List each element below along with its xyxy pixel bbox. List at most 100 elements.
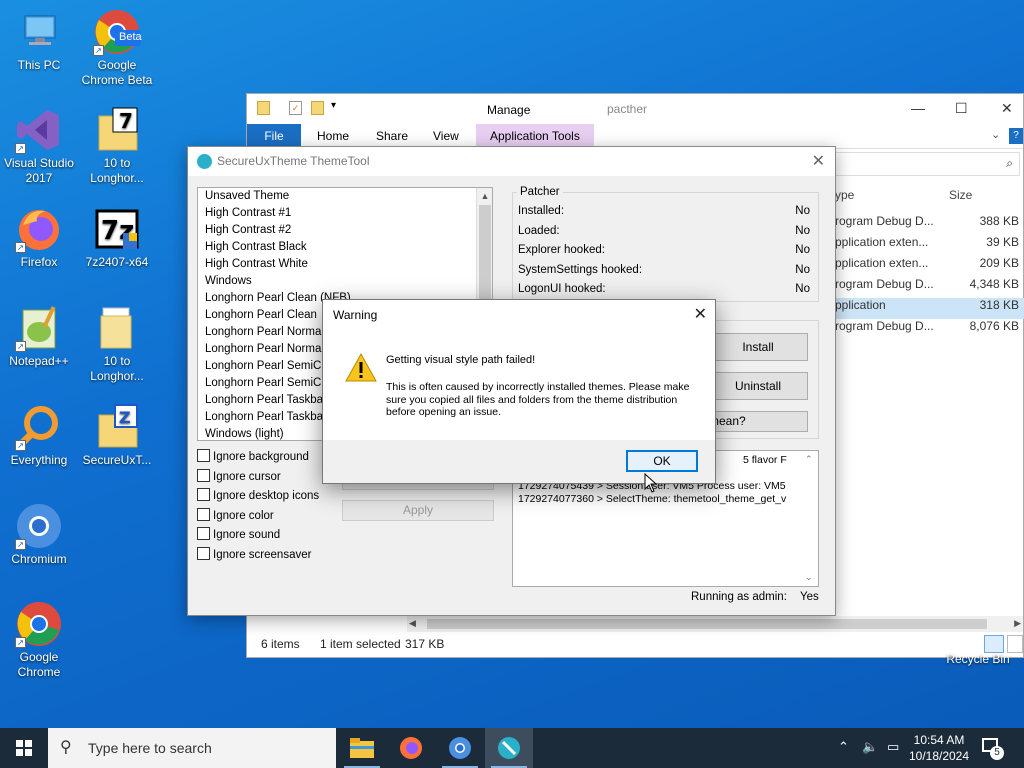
install-button[interactable]: Install: [708, 333, 808, 361]
checkbox-box[interactable]: [197, 449, 210, 462]
desktop-icon-visual-studio[interactable]: ↗ Visual Studio 2017: [0, 106, 78, 186]
uninstall-button[interactable]: Uninstall: [708, 372, 808, 400]
ignore-cursor-checkbox[interactable]: Ignore cursor: [197, 469, 281, 487]
properties-icon[interactable]: ✓: [289, 101, 302, 115]
manage-tab-label[interactable]: Manage: [487, 103, 530, 117]
ignore-color-checkbox[interactable]: Ignore color: [197, 508, 274, 526]
desktop-icon-7z-archive[interactable]: 7 10 to Longhor...: [78, 106, 156, 186]
horizontal-scrollbar[interactable]: ◀ ▶: [407, 616, 1023, 632]
minimize-icon[interactable]: —: [911, 100, 925, 116]
theme-list-item[interactable]: High Contrast #2: [198, 222, 492, 239]
checkbox-box[interactable]: [197, 508, 210, 521]
desktop-icon-label: Google Chrome Beta: [81, 58, 153, 87]
desktop-icon-google-chrome[interactable]: ↗ Google Chrome: [0, 600, 78, 680]
desktop-icon-everything[interactable]: ↗ Everything: [0, 403, 78, 468]
ok-button[interactable]: OK: [626, 450, 698, 472]
large-icons-view-icon[interactable]: [1007, 635, 1023, 653]
column-size-header[interactable]: Size: [949, 188, 972, 202]
checkbox-box[interactable]: [197, 488, 210, 501]
desktop-icon-7z-installer[interactable]: 7z 7z2407-x64: [78, 205, 156, 270]
search-box[interactable]: ⌕: [835, 152, 1020, 176]
quick-access-dropdown-icon[interactable]: ▾: [331, 100, 336, 111]
taskbar-file-explorer[interactable]: [338, 728, 386, 768]
explorer-titlebar[interactable]: ✓ ▾ Manage pacther — ☐ ✕: [247, 94, 1023, 124]
close-icon[interactable]: ✕: [812, 147, 825, 176]
warning-title: Warning: [333, 308, 378, 322]
what-does-this-mean-button[interactable]: mean?: [708, 411, 808, 432]
scroll-left-icon[interactable]: ◀: [409, 618, 416, 629]
file-row[interactable]: pplication exten... 209 KB: [835, 256, 1024, 277]
checkbox-box[interactable]: [197, 527, 210, 540]
log-scrollbar[interactable]: ⌃ ⌄: [802, 451, 818, 586]
notification-badge: 5: [990, 746, 1004, 760]
taskbar-firefox[interactable]: [387, 728, 435, 768]
desktop-icon-label: Everything: [10, 453, 68, 467]
volume-muted-icon[interactable]: 🔈: [862, 739, 878, 755]
desktop-icon-folder[interactable]: 10 to Longhor...: [78, 304, 156, 384]
network-icon[interactable]: ▭: [887, 739, 899, 755]
theme-list-item[interactable]: High Contrast #1: [198, 205, 492, 222]
checkbox-label: Ignore sound: [213, 529, 281, 541]
close-icon[interactable]: ✕: [694, 300, 707, 330]
scroll-right-icon[interactable]: ▶: [1014, 618, 1021, 629]
taskbar-search-box[interactable]: ⚲ Type here to search: [48, 728, 336, 768]
warning-titlebar[interactable]: Warning ✕: [323, 300, 715, 330]
chevron-up-icon[interactable]: ⌃: [838, 739, 849, 755]
warning-icon: [345, 352, 377, 384]
desktop-icon-this-pc[interactable]: This PC: [0, 8, 78, 73]
file-row[interactable]: rogram Debug D... 8,076 KB: [835, 319, 1024, 340]
secureuxtheme-logo-icon: [197, 154, 212, 169]
ignore-screensaver-checkbox[interactable]: Ignore screensaver: [197, 547, 311, 565]
desktop-icon-label: 7z2407-x64: [85, 255, 149, 269]
taskbar-chromium[interactable]: [436, 728, 484, 768]
expand-ribbon-icon[interactable]: ⌄: [991, 128, 1000, 141]
folder-icon: [257, 101, 270, 115]
taskbar-clock[interactable]: 10:54 AM 10/18/2024: [908, 732, 970, 764]
scroll-up-icon[interactable]: ⌃: [805, 453, 813, 466]
theme-list-item[interactable]: Windows: [198, 273, 492, 290]
desktop-icon-chrome-beta[interactable]: Beta ↗ Google Chrome Beta: [78, 8, 156, 88]
ignore-background-checkbox[interactable]: Ignore background: [197, 449, 309, 467]
status-selected: 1 item selected: [320, 637, 401, 651]
desktop-icon-label: Notepad++: [9, 354, 69, 368]
notification-center-button[interactable]: 5: [980, 736, 1006, 760]
column-type-header[interactable]: ype: [835, 188, 854, 202]
checkbox-box[interactable]: [197, 547, 210, 560]
file-row-selected[interactable]: pplication 318 KB: [835, 298, 1024, 319]
scrollbar-thumb[interactable]: [427, 619, 987, 629]
chrome-beta-icon: Beta ↗: [93, 8, 142, 56]
ignore-sound-checkbox[interactable]: Ignore sound: [197, 527, 280, 545]
desktop-icon-recycle-bin[interactable]: Recycle Bin: [938, 652, 1018, 666]
desktop-icon-secureuxtheme-archive[interactable]: Z SecureUxT...: [78, 403, 156, 468]
checkbox-box[interactable]: [197, 469, 210, 482]
details-view-icon[interactable]: [984, 635, 1004, 653]
close-icon[interactable]: ✕: [1001, 100, 1013, 117]
theme-list-item[interactable]: Unsaved Theme: [198, 188, 492, 205]
shortcut-arrow-icon: ↗: [15, 341, 26, 352]
new-folder-icon[interactable]: [311, 101, 324, 115]
file-row[interactable]: rogram Debug D... 4,348 KB: [835, 277, 1024, 298]
taskbar-themetool[interactable]: [485, 728, 533, 768]
scroll-down-icon[interactable]: ⌄: [805, 571, 813, 584]
desktop-icon-notepadpp[interactable]: ↗ Notepad++: [0, 304, 78, 369]
warning-dialog[interactable]: Warning ✕ Getting visual style path fail…: [322, 299, 716, 484]
shortcut-arrow-icon: ↗: [15, 539, 26, 550]
theme-list-item[interactable]: High Contrast Black: [198, 239, 492, 256]
desktop-icon-firefox[interactable]: ↗ Firefox: [0, 205, 78, 270]
ignore-desktop-icons-checkbox[interactable]: Ignore desktop icons: [197, 488, 319, 506]
visual-studio-icon: ↗: [15, 106, 63, 154]
desktop-icon-chromium[interactable]: ↗ Chromium: [0, 502, 78, 567]
help-icon[interactable]: ?: [1009, 128, 1023, 144]
theme-list-item[interactable]: High Contrast White: [198, 256, 492, 273]
archive-icon: 7: [93, 106, 141, 154]
themetool-titlebar[interactable]: SecureUxTheme ThemeTool ✕: [188, 147, 835, 176]
apply-button[interactable]: Apply: [342, 500, 494, 521]
scroll-up-icon[interactable]: ▲: [477, 188, 492, 204]
status-value: No: [795, 283, 810, 295]
desktop-icon-label: This PC: [17, 58, 61, 72]
file-row[interactable]: rogram Debug D... 388 KB: [835, 214, 1024, 235]
start-button[interactable]: [0, 728, 48, 768]
scrollbar-thumb[interactable]: [479, 205, 491, 300]
maximize-icon[interactable]: ☐: [955, 100, 968, 117]
file-row[interactable]: pplication exten... 39 KB: [835, 235, 1024, 256]
